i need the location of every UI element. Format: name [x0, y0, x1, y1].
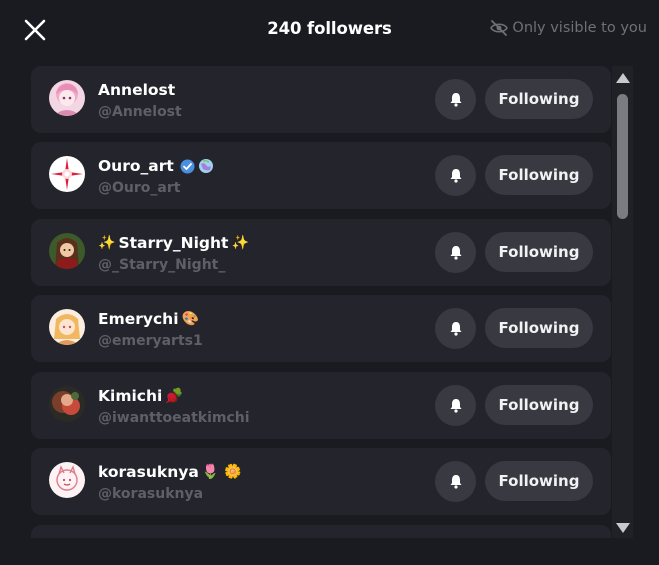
notification-bell-button[interactable] [435, 79, 476, 120]
follower-name[interactable]: Emerychi [98, 310, 179, 328]
follower-name-line: ✨ Starry_Night ✨ [98, 234, 249, 252]
visibility-notice: Only visible to you [490, 20, 647, 36]
list-item[interactable]: ✨ Starry_Night ✨ @_Starry_Night_ Followi… [31, 219, 611, 286]
following-button[interactable]: Following [485, 79, 593, 119]
follower-name[interactable]: Ouro_art [98, 157, 174, 175]
list-item[interactable]: korasuknya 🌷 🌼 @korasuknya Following [31, 448, 611, 515]
list-item[interactable]: Annelost @Annelost Following [31, 66, 611, 133]
follower-handle: @Ouro_art [98, 180, 181, 196]
following-button[interactable]: Following [485, 308, 593, 348]
tulip-emoji-icon: 🌷 🌼 [201, 464, 242, 480]
bell-icon [450, 475, 461, 489]
eye-slash-icon [490, 20, 509, 36]
sparkles-emoji-icon: ✨ [231, 235, 249, 251]
bell-icon [450, 322, 461, 336]
list-item[interactable] [31, 525, 611, 538]
following-button[interactable]: Following [485, 385, 593, 425]
follower-name-line: Annelost [98, 81, 175, 99]
radish-emoji-icon: 🫜 [165, 388, 183, 404]
follower-name-line: Ouro_art [98, 157, 214, 175]
scrollbar[interactable] [612, 66, 633, 538]
notification-bell-button[interactable] [435, 155, 476, 196]
bell-icon [450, 246, 461, 260]
globe-emoji-icon [198, 159, 213, 173]
list-item[interactable]: Ouro_art @Ouro_art Following [31, 142, 611, 209]
follower-name[interactable]: korasuknya [98, 463, 199, 481]
verified-icon [180, 159, 195, 173]
list-item[interactable]: Emerychi 🎨 @emeryarts1 Following [31, 295, 611, 362]
following-button[interactable]: Following [485, 461, 593, 501]
avatar[interactable] [49, 309, 85, 345]
scrollbar-thumb[interactable] [617, 94, 628, 219]
notification-bell-button[interactable] [435, 461, 476, 502]
avatar[interactable] [49, 156, 85, 192]
avatar[interactable] [49, 462, 85, 498]
sparkles-emoji-icon: ✨ [98, 235, 116, 251]
header-bar: 240 followers Only visible to you [0, 0, 659, 62]
notification-bell-button[interactable] [435, 232, 476, 273]
followers-list[interactable]: Annelost @Annelost Following Ouro_art @O… [31, 62, 611, 538]
follower-name[interactable]: Kimichi [98, 387, 162, 405]
avatar[interactable] [49, 386, 85, 422]
visibility-text: Only visible to you [512, 20, 647, 36]
follower-name[interactable]: Annelost [98, 81, 175, 99]
bell-icon [450, 399, 461, 413]
following-button[interactable]: Following [485, 232, 593, 272]
follower-name[interactable]: Starry_Night [118, 234, 228, 252]
follower-name-line: korasuknya 🌷 🌼 [98, 463, 242, 481]
following-button[interactable]: Following [485, 155, 593, 195]
notification-bell-button[interactable] [435, 385, 476, 426]
bell-icon [450, 93, 461, 107]
follower-handle: @_Starry_Night_ [98, 257, 226, 273]
follower-handle: @korasuknya [98, 486, 204, 502]
follower-name-line: Emerychi 🎨 [98, 310, 199, 328]
avatar[interactable] [49, 80, 85, 116]
avatar[interactable] [49, 233, 85, 269]
scroll-down-arrow-icon[interactable] [616, 523, 630, 533]
follower-handle: @Annelost [98, 104, 182, 120]
bell-icon [450, 169, 461, 183]
follower-handle: @iwanttoeatkimchi [98, 410, 250, 426]
scroll-up-arrow-icon[interactable] [616, 73, 630, 83]
list-item[interactable]: Kimichi 🫜 @iwanttoeatkimchi Following [31, 372, 611, 439]
notification-bell-button[interactable] [435, 308, 476, 349]
follower-handle: @emeryarts1 [98, 333, 203, 349]
palette-emoji-icon: 🎨 [181, 311, 199, 327]
follower-name-line: Kimichi 🫜 [98, 387, 183, 405]
